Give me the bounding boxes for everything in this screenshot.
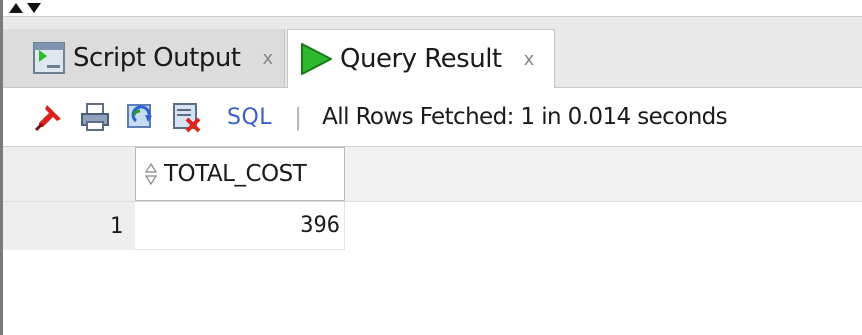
result-tabbar: Script Output x Query Result x <box>3 17 862 88</box>
refresh-icon[interactable] <box>125 101 157 133</box>
run-triangle-icon <box>301 43 332 75</box>
splitter-strip[interactable] <box>3 0 862 16</box>
print-icon[interactable] <box>79 101 111 133</box>
column-header-label: TOTAL_COST <box>164 161 307 187</box>
script-output-icon <box>33 42 65 74</box>
sort-icon[interactable] <box>144 162 158 186</box>
toolbar-separator: | <box>294 103 303 131</box>
row-number[interactable]: 1 <box>3 202 135 250</box>
tab-query-result[interactable]: Query Result x <box>287 29 555 88</box>
table-cell[interactable]: 396 <box>135 202 345 250</box>
export-icon[interactable] <box>171 101 203 133</box>
row-number-header[interactable] <box>3 147 135 201</box>
column-header-total-cost[interactable]: TOTAL_COST <box>135 147 345 201</box>
tab-label: Script Output <box>73 43 241 73</box>
sql-link[interactable]: SQL <box>227 105 272 130</box>
result-toolbar: SQL | All Rows Fetched: 1 in 0.014 secon… <box>3 88 862 147</box>
fetch-status-text: All Rows Fetched: 1 in 0.014 seconds <box>322 104 728 130</box>
table-row[interactable]: 1 396 <box>3 202 862 250</box>
pin-icon[interactable] <box>33 101 65 133</box>
tab-close-button[interactable]: x <box>263 48 274 69</box>
tab-close-button[interactable]: x <box>524 49 535 70</box>
grid-header: TOTAL_COST <box>3 147 862 202</box>
splitter-arrows-icon[interactable] <box>7 1 61 15</box>
query-result-panel: Script Output x Query Result x SQL | All… <box>0 0 862 335</box>
tab-script-output[interactable]: Script Output x <box>3 29 285 87</box>
tab-label: Query Result <box>340 44 502 74</box>
